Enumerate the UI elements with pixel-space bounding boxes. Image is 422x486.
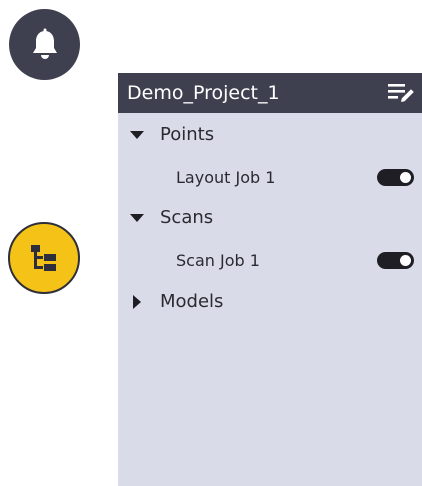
layers-tree-icon (31, 245, 56, 271)
edit-list-button[interactable] (386, 80, 416, 106)
layer-tree-button[interactable] (8, 222, 80, 294)
group-label: Scans (160, 207, 214, 228)
project-panel: Demo_Project_1 Points Layout Job 1 Scans… (118, 73, 422, 486)
list-item-scan-job[interactable]: Scan Job 1 (118, 240, 422, 280)
panel-header: Demo_Project_1 (118, 73, 422, 113)
group-label: Models (160, 291, 224, 312)
job-label: Layout Job 1 (176, 168, 276, 187)
caret-down-icon[interactable] (129, 127, 145, 143)
toggle-knob (400, 255, 411, 266)
group-row-points[interactable]: Points (118, 115, 422, 155)
bell-icon (32, 28, 57, 59)
toggle-knob (400, 172, 411, 183)
visibility-toggle[interactable] (377, 252, 414, 269)
screen: Demo_Project_1 Points Layout Job 1 Scans… (0, 0, 422, 486)
group-row-scans[interactable]: Scans (118, 198, 422, 238)
job-label: Scan Job 1 (176, 251, 260, 270)
project-title: Demo_Project_1 (127, 82, 280, 104)
edit-list-icon (388, 84, 414, 102)
group-label: Points (160, 124, 215, 145)
group-row-models[interactable]: Models (118, 282, 422, 322)
caret-right-icon[interactable] (129, 294, 145, 310)
visibility-toggle[interactable] (377, 169, 414, 186)
notifications-button[interactable] (9, 9, 80, 80)
list-item-layout-job[interactable]: Layout Job 1 (118, 157, 422, 197)
caret-down-icon[interactable] (129, 210, 145, 226)
